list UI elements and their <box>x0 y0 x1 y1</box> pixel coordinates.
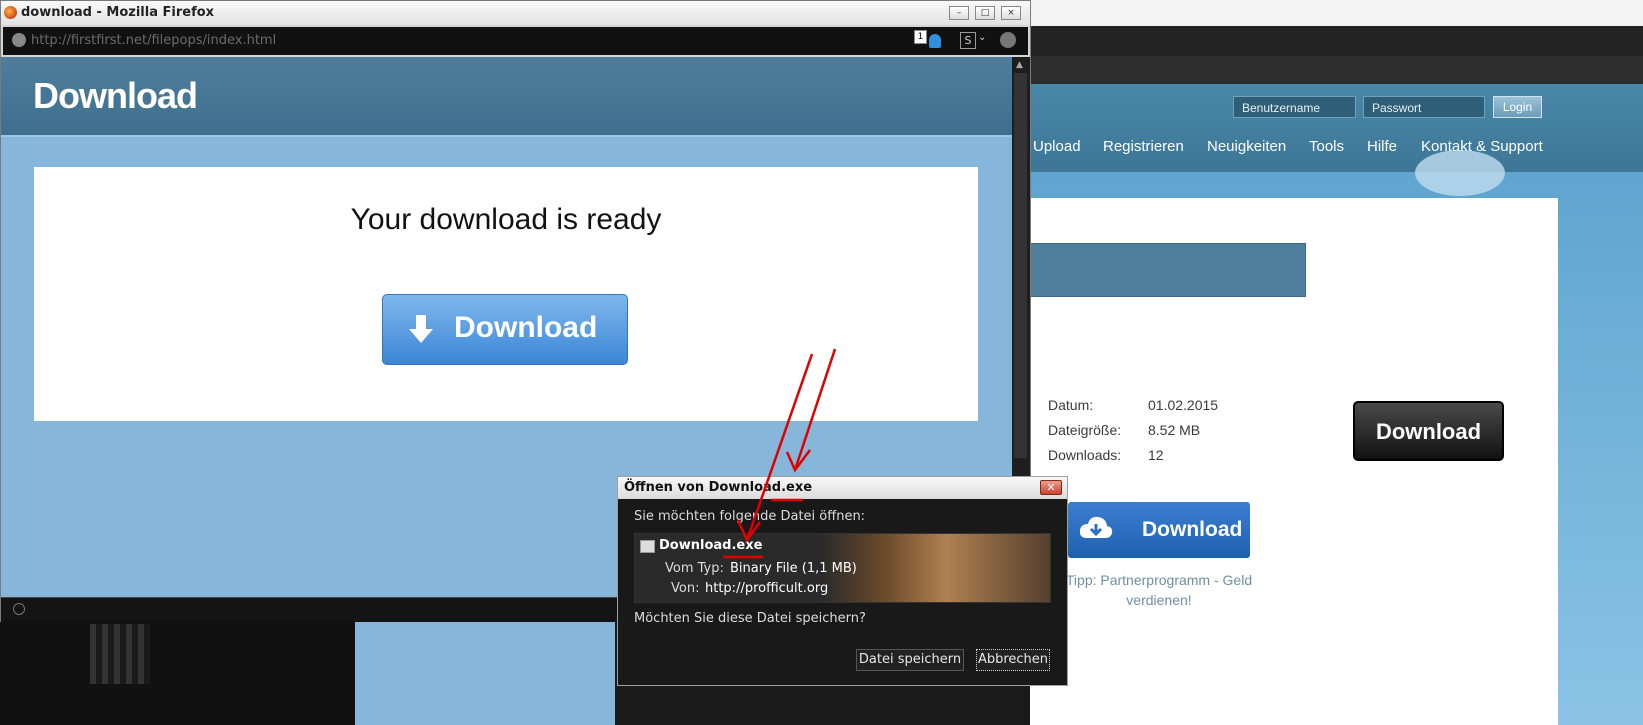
password-input[interactable]: Passwort <box>1363 96 1485 118</box>
ghost-extension-icon[interactable] <box>929 34 941 48</box>
login-button[interactable]: Login <box>1493 96 1542 118</box>
mascot-decoration <box>1415 150 1505 196</box>
pixel-artifact <box>90 624 150 684</box>
file-from-value: http://profficult.org <box>705 581 829 596</box>
file-info-box: Download.exe Vom Typ: Binary File (1,1 M… <box>634 533 1051 603</box>
ready-heading: Your download is ready <box>350 203 662 236</box>
file-from-label: Von: <box>671 581 700 596</box>
download-blue-label: Download <box>1142 518 1243 541</box>
close-icon[interactable]: × <box>1001 6 1021 20</box>
maximize-icon[interactable]: □ <box>975 6 995 20</box>
page-background-strip <box>355 622 615 725</box>
status-indicator-icon <box>13 603 25 615</box>
dialog-titlebar: Öffnen von Download.exe ✕ <box>618 477 1067 499</box>
scrollbar-thumb[interactable] <box>1014 73 1027 458</box>
nav-upload[interactable]: Upload <box>1033 138 1081 155</box>
nav-tools[interactable]: Tools <box>1309 138 1344 155</box>
dialog-title: Öffnen von Download.exe <box>624 480 813 495</box>
download-button-blue[interactable]: Download <box>1068 502 1250 558</box>
extension-round-icon[interactable] <box>1000 32 1016 48</box>
background-toolbar <box>1030 26 1643 56</box>
nav-registrieren[interactable]: Registrieren <box>1103 138 1184 155</box>
file-card-header <box>1030 243 1306 297</box>
dialog-prompt: Sie möchten folgende Datei öffnen: <box>634 509 866 524</box>
dialog-question: Möchten Sie diese Datei speichern? <box>634 611 866 626</box>
info-value-size: 8.52 MB <box>1148 422 1201 438</box>
firefox-logo-icon <box>4 6 17 19</box>
minimize-icon[interactable]: – <box>949 6 969 20</box>
cloud-download-icon <box>1078 514 1114 544</box>
info-label-date: Datum: <box>1048 397 1094 413</box>
nav-hilfe[interactable]: Hilfe <box>1367 138 1397 155</box>
download-main-label: Download <box>454 311 598 344</box>
nav-neuigkeiten[interactable]: Neuigkeiten <box>1207 138 1286 155</box>
username-input[interactable]: Benutzername <box>1233 96 1356 118</box>
background-site-window: Benutzername Passwort Login Upload Regis… <box>1030 0 1643 725</box>
cancel-button[interactable]: Abbrechen <box>976 649 1050 671</box>
save-file-button[interactable]: Datei speichern <box>856 649 964 671</box>
url-field[interactable]: http://firstfirst.net/filepops/index.htm… <box>31 33 276 48</box>
info-value-date: 01.02.2015 <box>1148 397 1219 413</box>
background-titlebar <box>1030 0 1643 27</box>
s-extension-icon[interactable]: S <box>960 32 976 49</box>
page-header: Download <box>1 57 1012 137</box>
window-title: download - Mozilla Firefox <box>21 5 215 20</box>
info-label-downloads: Downloads: <box>1048 447 1122 463</box>
site-identity-icon[interactable] <box>12 33 26 47</box>
file-type-label: Vom Typ: <box>665 561 724 576</box>
download-button-black[interactable]: Download <box>1353 401 1504 461</box>
info-label-size: Dateigröße: <box>1048 422 1122 438</box>
open-file-dialog: Öffnen von Download.exe ✕ Sie möchten fo… <box>617 476 1068 686</box>
desktop-strip <box>0 622 355 725</box>
tipp-text[interactable]: Tipp: Partnerprogramm - Geld verdienen! <box>1054 570 1264 610</box>
scroll-up-icon[interactable]: ▲ <box>1016 60 1023 70</box>
background-toolbar-2 <box>1030 56 1643 85</box>
dialog-close-icon[interactable]: ✕ <box>1040 480 1062 495</box>
download-button-main[interactable]: Download <box>382 294 628 365</box>
download-arrow-icon <box>407 313 435 347</box>
executable-file-icon <box>640 540 655 553</box>
ready-card: Your download is ready Download <box>34 167 978 421</box>
page-brand: Download <box>33 75 198 116</box>
dialog-filename: Download.exe <box>659 538 763 553</box>
firefox-titlebar: download - Mozilla Firefox – □ × <box>1 1 1030 25</box>
info-value-downloads: 12 <box>1148 447 1164 463</box>
file-type-value: Binary File (1,1 MB) <box>730 561 857 576</box>
tab-counter-badge[interactable]: 1 <box>914 30 927 44</box>
chevron-down-icon[interactable]: ⌄ <box>978 32 986 43</box>
